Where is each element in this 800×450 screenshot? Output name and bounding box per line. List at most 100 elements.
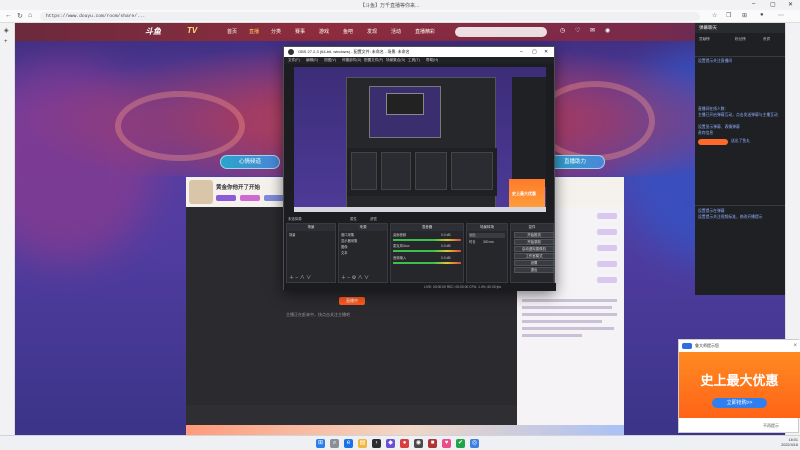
nav-item[interactable]: 游戏	[319, 28, 329, 35]
url-input[interactable]: https://www.douyu.com/room/share/...	[40, 12, 700, 21]
chat-tab[interactable]: 贵宾	[763, 37, 770, 42]
obs-taskbar-icon[interactable]: ◉	[414, 439, 423, 448]
duration-input[interactable]: 300 ms	[483, 240, 494, 245]
obs-menu-item[interactable]: 编辑(E)	[306, 57, 318, 64]
chat-divider	[695, 56, 785, 57]
close-icon[interactable]: ✕	[788, 1, 793, 8]
ad-dont-show-checkbox[interactable]: 不再提示	[679, 420, 800, 432]
obs-preview[interactable]: 史上最大优惠	[294, 67, 546, 212]
offline-button[interactable]: 直播中	[339, 297, 365, 305]
edge-icon[interactable]: e	[344, 439, 353, 448]
system-clock[interactable]: 18:01 2022/4/16	[772, 438, 798, 448]
menu-icon[interactable]: ⋯	[778, 12, 784, 19]
source-add-remove-icons[interactable]: ＋ − ⚙ ∧ ∨	[341, 274, 369, 281]
source-item[interactable]: 显示器采集	[341, 239, 357, 244]
app-icon[interactable]: ●	[400, 439, 409, 448]
nav-item[interactable]: 直播精彩	[415, 28, 435, 35]
obs-properties-button[interactable]: 属性	[350, 215, 357, 223]
collections-icon[interactable]: ❐	[726, 12, 731, 19]
obs-menu-item[interactable]: 工具(T)	[408, 57, 420, 64]
terminal-icon[interactable]: ›	[372, 439, 381, 448]
obs-maximize-icon[interactable]: ▢	[532, 47, 537, 57]
home-icon[interactable]: ⌂	[28, 12, 32, 19]
message-icon[interactable]: ✉	[590, 27, 595, 34]
nav-item[interactable]: 发现	[367, 28, 377, 35]
avatar[interactable]: ◉	[605, 27, 610, 34]
refresh-icon[interactable]: ↻	[17, 12, 23, 20]
start-icon[interactable]: ⊞	[316, 439, 325, 448]
nav-item[interactable]: 鱼吧	[343, 28, 353, 35]
source-item[interactable]: 图像	[341, 245, 348, 250]
gift-badge[interactable]	[597, 261, 617, 267]
streamer-avatar[interactable]	[189, 180, 213, 204]
chat-tab[interactable]: 粉丝榜	[735, 37, 746, 42]
obs-menu-item[interactable]: 配置文件(P)	[364, 57, 383, 64]
settings-button[interactable]: 设置	[514, 260, 554, 266]
site-search-input[interactable]	[455, 27, 547, 37]
obs-menu-item[interactable]: 场景集合(S)	[386, 57, 405, 64]
explorer-icon[interactable]: ▤	[358, 439, 367, 448]
gift-badge[interactable]	[597, 245, 617, 251]
virtual-camera-button[interactable]: 启动虚拟摄像机	[514, 246, 554, 252]
audio-meter	[393, 239, 461, 241]
nav-item[interactable]: 赛事	[295, 28, 305, 35]
search-icon[interactable]: ⌕	[330, 439, 339, 448]
app-icon[interactable]: ✔	[456, 439, 465, 448]
maximize-icon[interactable]: ▢	[770, 1, 776, 8]
bottom-gift-bar[interactable]	[186, 425, 624, 435]
history-icon[interactable]: ◷	[560, 27, 565, 34]
nav-item[interactable]: 分类	[271, 28, 281, 35]
duration-label: 时长	[469, 240, 476, 244]
obs-minimize-icon[interactable]: –	[520, 47, 523, 57]
preview-ad: 史上最大优惠	[509, 179, 545, 209]
obs-close-icon[interactable]: ✕	[544, 47, 548, 57]
app-icon[interactable]: ◎	[470, 439, 479, 448]
obs-menu-item[interactable]: 帮助(H)	[426, 57, 438, 64]
ad-banner[interactable]: 史上最大优惠 立即抢购>>	[679, 352, 800, 418]
scenes-dock: 场景 场景 ＋ − ∧ ∨	[286, 223, 336, 283]
chat-message: 贵宾信息	[698, 131, 714, 135]
sidebar-add-icon[interactable]: +	[4, 39, 8, 45]
app-icon[interactable]: ◆	[386, 439, 395, 448]
extensions-icon[interactable]: ⊞	[742, 12, 747, 19]
pill-left-button[interactable]: 心情频道	[220, 155, 280, 169]
nav-item[interactable]: 直播	[249, 28, 259, 35]
ad-logo-icon	[682, 343, 692, 349]
obs-menu-item[interactable]: 文件(F)	[288, 57, 300, 64]
start-recording-button[interactable]: 开始录制	[514, 239, 554, 245]
ad-close-icon[interactable]: ×	[793, 340, 797, 352]
chat-fire-text: 送出了鱼丸	[731, 139, 750, 143]
start-streaming-button[interactable]: 开始推流	[514, 232, 554, 238]
sidebar-search-icon[interactable]: ◈	[4, 27, 9, 34]
gift-badge[interactable]	[597, 213, 617, 219]
site-logo[interactable]: 斗鱼	[145, 26, 161, 37]
ad-cta-button[interactable]: 立即抢购>>	[712, 398, 767, 408]
app-icon[interactable]: ♥	[442, 439, 451, 448]
app-icon[interactable]: ■	[428, 439, 437, 448]
taskbar: ⊞ ⌕ e ▤ › ◆ ● ◉ ■ ♥ ✔ ◎ 18:01 2022/4/16	[0, 435, 800, 450]
source-item[interactable]: 文本	[341, 251, 348, 256]
nav-item[interactable]: 活动	[391, 28, 401, 35]
gift-badge[interactable]	[597, 277, 617, 283]
obs-menu-item[interactable]: 视图(V)	[324, 57, 336, 64]
scene-item[interactable]: 场景	[289, 233, 296, 238]
bookmark-icon[interactable]: ☆	[712, 12, 717, 19]
transition-select[interactable]: 淡出	[469, 233, 505, 238]
follow-icon[interactable]: ♡	[575, 27, 580, 34]
exit-button[interactable]: 退出	[514, 267, 554, 273]
profile-icon[interactable]: ●	[760, 12, 764, 18]
chat-tab[interactable]: 贡献榜	[699, 37, 710, 42]
studio-mode-button[interactable]: 工作室模式	[514, 253, 554, 259]
back-icon[interactable]: ←	[5, 12, 12, 19]
nav-item[interactable]: 首页	[227, 28, 237, 35]
source-item[interactable]: 窗口采集	[341, 233, 354, 238]
preview-pane	[451, 152, 493, 190]
obs-filters-button[interactable]: 滤镜	[370, 215, 377, 223]
obs-menu-item[interactable]: 停靠部件(D)	[342, 57, 361, 64]
minimize-icon[interactable]: –	[752, 1, 755, 7]
preview-taskbar	[294, 207, 546, 212]
chat-message: 设置提示关注直播间	[698, 59, 733, 63]
browser-tab-title[interactable]: 【斗鱼】万千直播等你来...	[360, 2, 419, 9]
scene-add-remove-icons[interactable]: ＋ − ∧ ∨	[289, 274, 311, 281]
gift-badge[interactable]	[597, 229, 617, 235]
